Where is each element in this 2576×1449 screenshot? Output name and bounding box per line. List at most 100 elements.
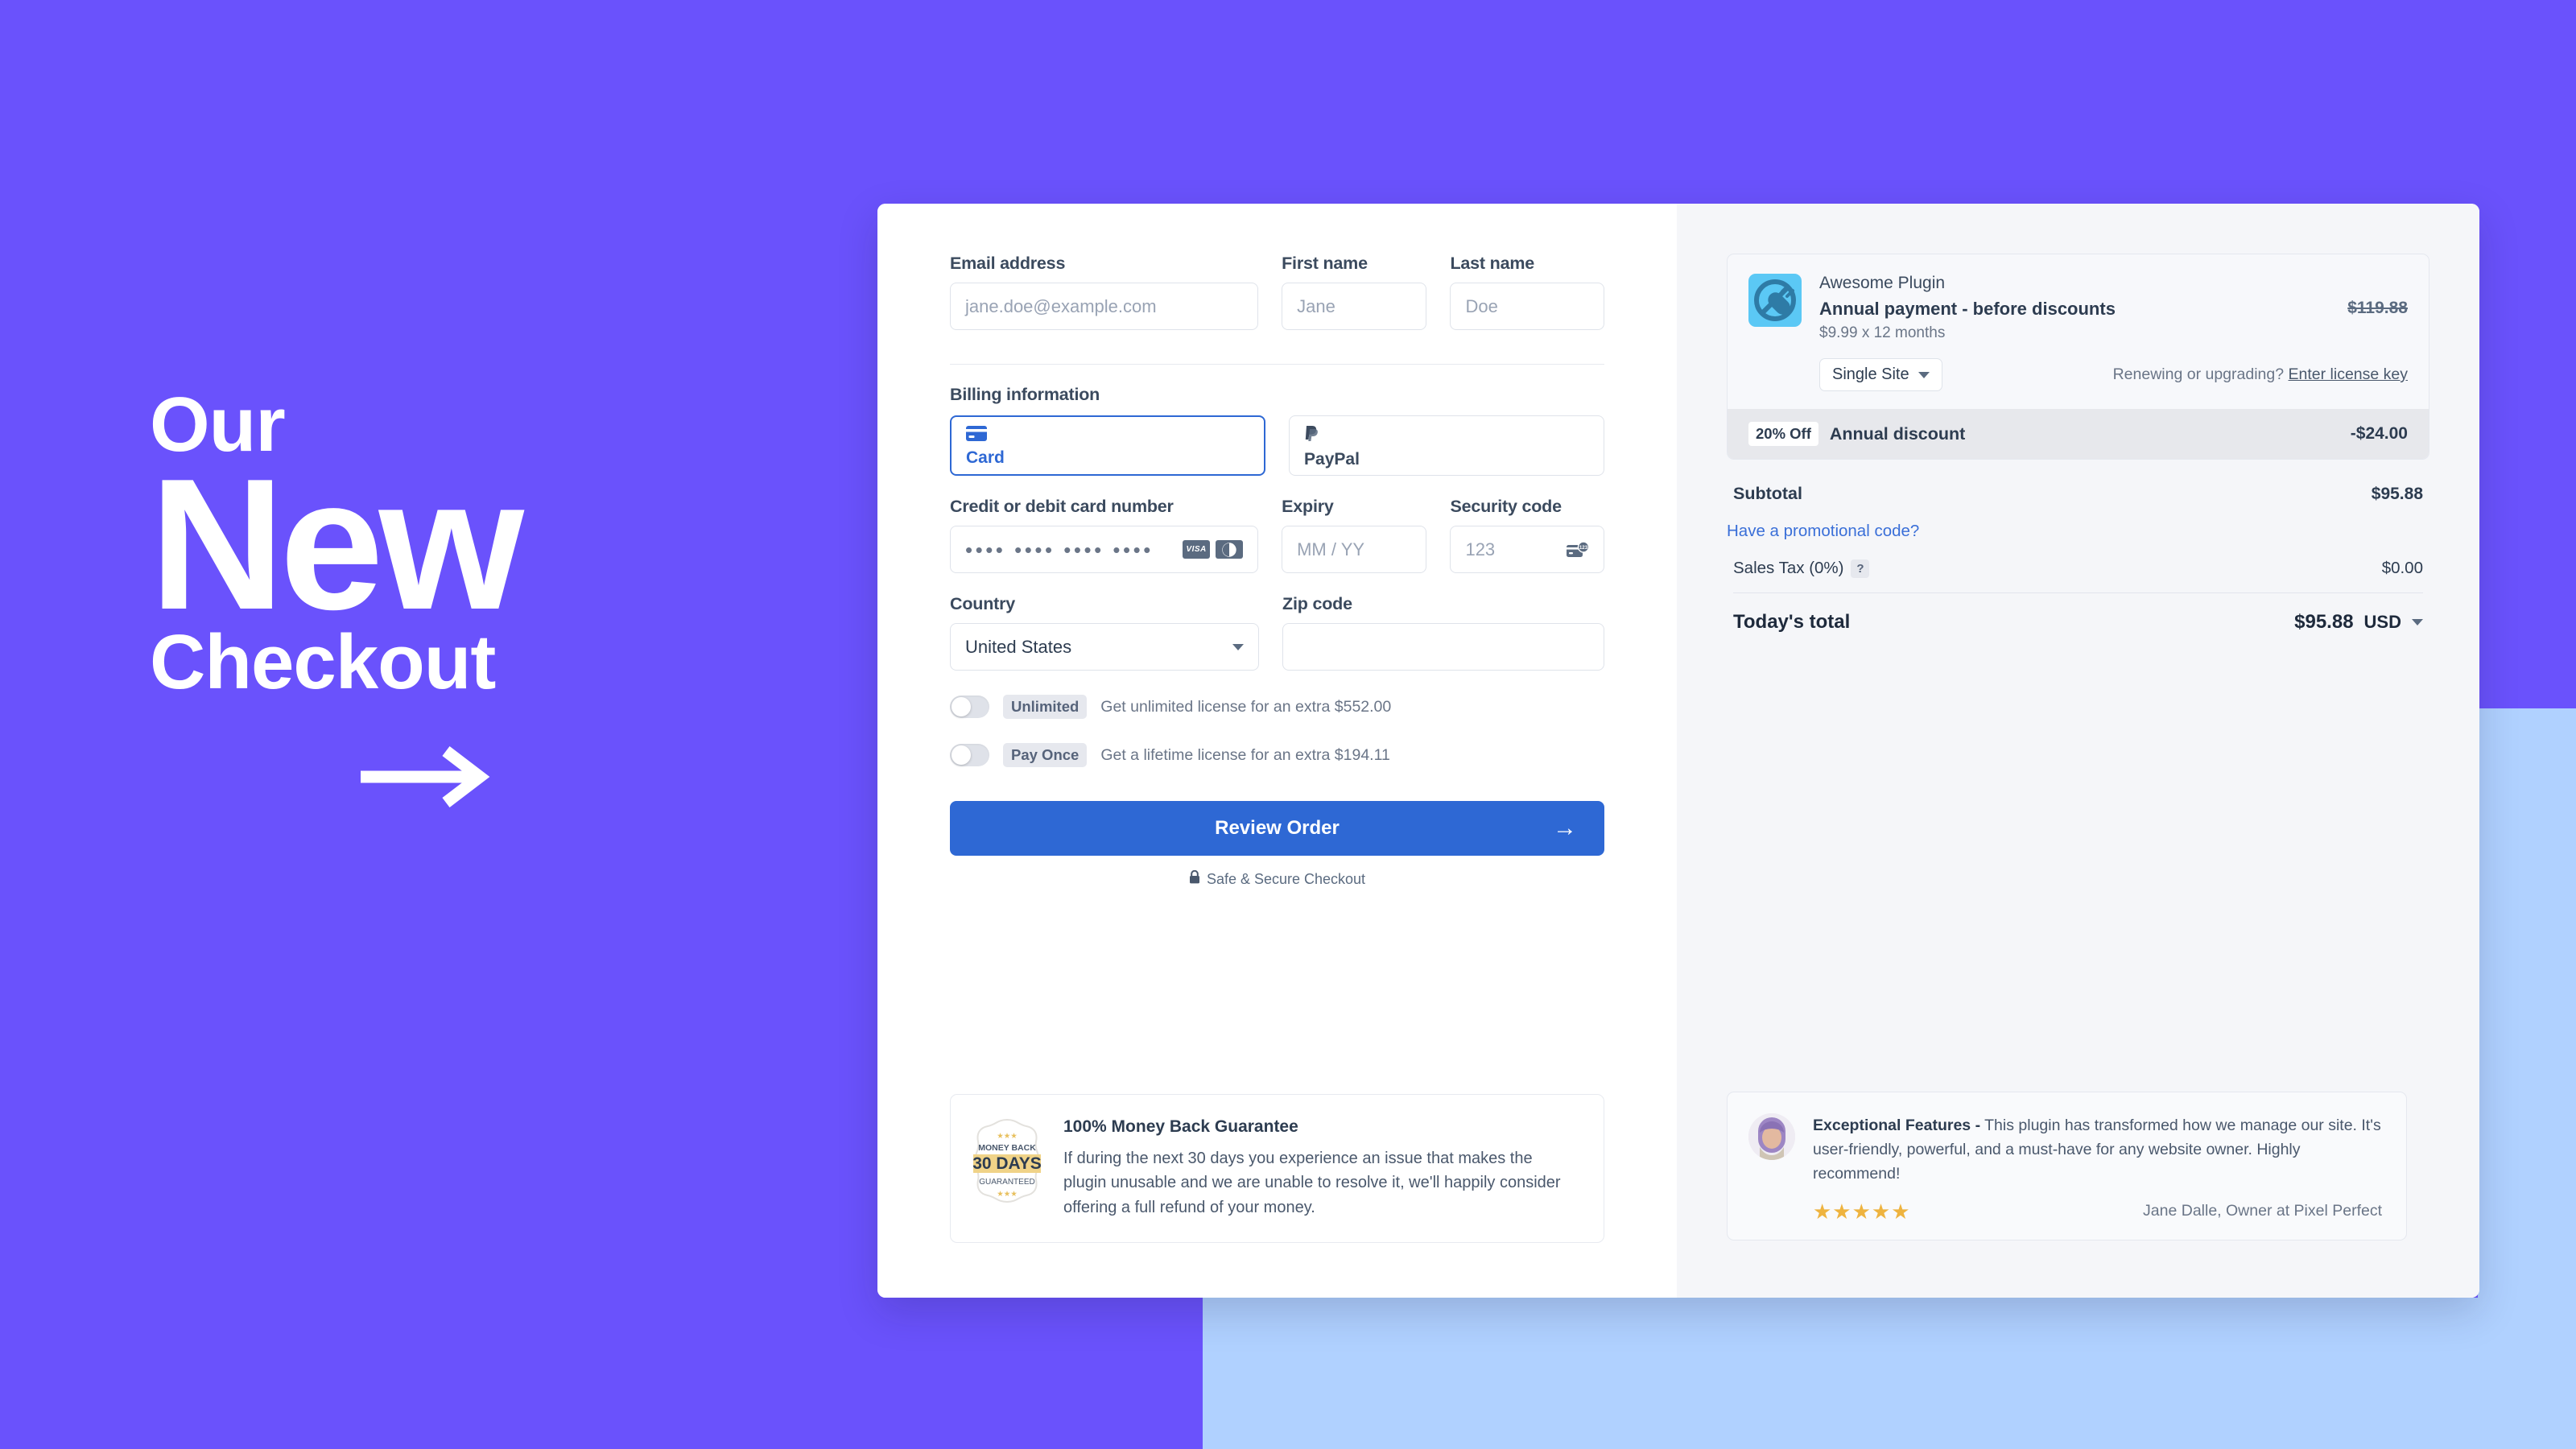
license-type-select[interactable]: Single Site <box>1819 358 1942 391</box>
expiry-input[interactable]: MM / YY <box>1282 526 1427 573</box>
testimonial-author: Jane Dalle, Owner at Pixel Perfect <box>2143 1202 2382 1220</box>
card-brand-icons: VISA <box>1183 540 1244 559</box>
plugin-icon <box>1748 274 1802 327</box>
promotional-code-link[interactable]: Have a promotional code? <box>1727 522 1919 540</box>
license-row: Single Site Renewing or upgrading? Enter… <box>1819 358 2408 391</box>
total-row: Today's total $95.88 USD <box>1727 593 2429 634</box>
svg-text:MONEY BACK: MONEY BACK <box>978 1143 1036 1153</box>
unlimited-toggle[interactable] <box>950 696 989 718</box>
last-name-input[interactable]: Doe <box>1450 283 1604 330</box>
card-number-label: Credit or debit card number <box>950 497 1174 516</box>
pay-once-toggle[interactable] <box>950 744 989 766</box>
subtotal-label: Subtotal <box>1733 484 1802 503</box>
security-code-label: Security code <box>1450 497 1562 516</box>
total-currency: USD <box>2363 612 2401 632</box>
discount-row: 20% Off Annual discount -$24.00 <box>1728 409 2429 459</box>
lock-icon <box>1189 869 1200 888</box>
email-label: Email address <box>950 254 1066 273</box>
hero-line-2: New <box>150 440 524 649</box>
expiry-group: Expiry MM / YY <box>1282 497 1427 573</box>
payment-method-tabs: Card PayPal <box>950 415 1604 476</box>
expiry-label: Expiry <box>1282 497 1334 516</box>
testimonial-card: Exceptional Features - This plugin has t… <box>1727 1092 2407 1241</box>
subtotal-value: $95.88 <box>2371 484 2423 503</box>
review-order-button[interactable]: Review Order → <box>950 801 1604 856</box>
first-name-placeholder: Jane <box>1297 295 1335 316</box>
last-name-placeholder: Doe <box>1465 295 1498 316</box>
country-select[interactable]: United States <box>950 623 1260 671</box>
last-name-label: Last name <box>1450 254 1534 273</box>
visa-icon: VISA <box>1183 540 1211 559</box>
chevron-down-icon[interactable] <box>2412 619 2423 625</box>
avatar-icon <box>1748 1113 1795 1160</box>
first-name-group: First name Jane <box>1282 254 1427 330</box>
license-type-value: Single Site <box>1832 365 1909 383</box>
order-summary-pane: Awesome Plugin Annual payment - before d… <box>1677 204 2479 1298</box>
first-name-label: First name <box>1282 254 1368 273</box>
payment-method-paypal-label: PayPal <box>1304 450 1360 469</box>
discount-amount: -$24.00 <box>2350 424 2408 443</box>
guarantee-text: 100% Money Back Guarantee If during the … <box>1063 1117 1579 1220</box>
email-input[interactable]: jane.doe@example.com <box>950 283 1259 330</box>
secure-checkout-text: Safe & Secure Checkout <box>1206 870 1366 887</box>
checkout-card: Email address jane.doe@example.com First… <box>877 204 2479 1298</box>
pay-once-description: Get a lifetime license for an extra $194… <box>1100 745 1390 764</box>
arrow-right-icon: → <box>1553 815 1577 841</box>
money-back-guarantee-box: ★★★ MONEY BACK 30 DAYS GUARANTEED ★★★ 10… <box>950 1094 1604 1244</box>
payment-method-card[interactable]: Card <box>950 415 1266 476</box>
question-mark-icon[interactable]: ? <box>1851 559 1870 578</box>
order-item-card: Awesome Plugin Annual payment - before d… <box>1727 254 2429 460</box>
tax-value: $0.00 <box>2381 559 2423 577</box>
payment-method-card-label: Card <box>966 448 1005 467</box>
svg-text:GUARANTEED: GUARANTEED <box>979 1178 1034 1187</box>
checkout-form-pane: Email address jane.doe@example.com First… <box>877 204 1677 1298</box>
testimonial-head: Exceptional Features - This plugin has t… <box>1748 1113 2382 1187</box>
pay-once-tag: Pay Once <box>1003 743 1088 767</box>
review-order-label: Review Order <box>1215 817 1340 839</box>
subtotal-row: Subtotal $95.88 <box>1727 484 2429 504</box>
testimonial-headline: Exceptional Features - <box>1813 1117 1981 1134</box>
chevron-down-icon <box>1918 371 1930 378</box>
tax-label: Sales Tax (0%) <box>1733 559 1844 577</box>
security-code-input[interactable]: 123 123 <box>1450 526 1604 573</box>
card-number-group: Credit or debit card number •••• •••• ••… <box>950 497 1259 573</box>
total-right-group: $95.88 USD <box>2294 611 2423 634</box>
last-name-group: Last name Doe <box>1450 254 1604 330</box>
upsell-payonce-row: Pay Once Get a lifetime license for an e… <box>950 743 1604 767</box>
security-code-placeholder: 123 <box>1465 539 1496 559</box>
zip-input[interactable] <box>1282 623 1604 671</box>
unlimited-tag: Unlimited <box>1003 695 1088 719</box>
card-number-input[interactable]: •••• •••• •••• •••• VISA <box>950 526 1259 573</box>
security-code-group: Security code 123 123 <box>1450 497 1604 573</box>
svg-text:★★★: ★★★ <box>997 1132 1018 1141</box>
form-divider <box>950 364 1604 365</box>
first-name-input[interactable]: Jane <box>1282 283 1427 330</box>
hero-heading: Our New Checkout <box>150 386 762 813</box>
email-placeholder: jane.doe@example.com <box>965 295 1157 316</box>
billing-heading: Billing information <box>950 385 1100 404</box>
total-label: Today's total <box>1733 611 1851 633</box>
decorative-block-bottom <box>1203 1298 2576 1449</box>
country-group: Country United States <box>950 594 1260 671</box>
product-title: Annual payment - before discounts <box>1819 299 2116 319</box>
unlimited-description: Get unlimited license for an extra $552.… <box>1100 697 1392 716</box>
product-name: Awesome Plugin <box>1819 274 1946 292</box>
star-rating-icon: ★★★★★ <box>1813 1199 1911 1224</box>
card-number-value: •••• •••• •••• •••• <box>965 537 1154 562</box>
address-row: Country United States Zip code <box>950 594 1604 671</box>
product-original-price: $119.88 <box>2347 299 2408 317</box>
chevron-down-icon <box>1232 643 1245 650</box>
payment-method-paypal[interactable]: PayPal <box>1289 415 1604 476</box>
testimonial-footer: ★★★★★ Jane Dalle, Owner at Pixel Perfect <box>1748 1201 2382 1222</box>
visa-icon-text: VISA <box>1186 545 1207 554</box>
svg-text:30 DAYS: 30 DAYS <box>972 1154 1042 1173</box>
enter-license-key-link[interactable]: Enter license key <box>2289 365 2409 383</box>
renew-text: Renewing or upgrading? <box>2112 365 2285 383</box>
order-item-details: Awesome Plugin Annual payment - before d… <box>1819 274 2408 391</box>
diners-club-icon <box>1216 540 1244 559</box>
zip-group: Zip code <box>1282 594 1604 671</box>
total-amount: $95.88 <box>2294 611 2354 633</box>
svg-text:123: 123 <box>1579 545 1588 551</box>
decorative-block-right <box>2478 708 2576 1449</box>
credit-card-icon <box>966 426 987 444</box>
